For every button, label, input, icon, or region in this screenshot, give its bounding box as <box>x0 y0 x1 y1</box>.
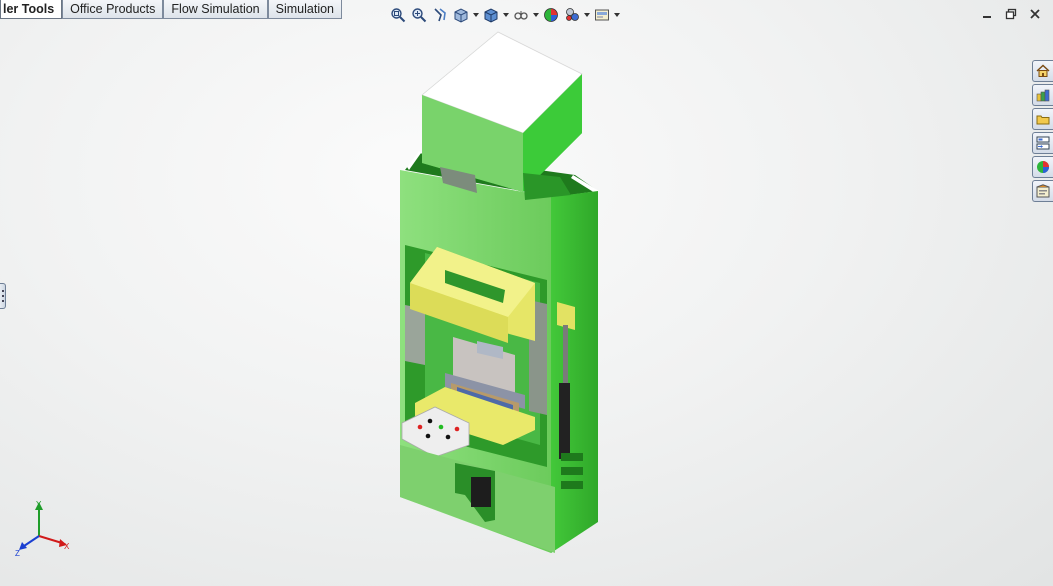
restore-icon[interactable] <box>1003 6 1019 22</box>
axis-y-label: Y <box>36 500 42 509</box>
axis-z-label: Z <box>15 549 20 558</box>
heads-up-view-toolbar <box>388 5 620 25</box>
view-settings-icon[interactable] <box>592 6 611 24</box>
hide-show-items-icon[interactable] <box>511 6 530 24</box>
edit-appearance-icon[interactable] <box>541 6 560 24</box>
minimize-icon[interactable] <box>979 6 995 22</box>
tab-office-products[interactable]: Office Products <box>62 0 164 19</box>
section-view-dropdown[interactable] <box>472 6 479 24</box>
zoom-to-fit-icon[interactable] <box>388 6 407 24</box>
document-window-controls <box>979 6 1043 22</box>
home-icon[interactable] <box>1032 60 1053 82</box>
view-orientation-dropdown[interactable] <box>502 6 509 24</box>
feature-manager-collapse-handle[interactable] <box>0 283 6 309</box>
view-orientation-icon[interactable] <box>481 6 500 24</box>
zoom-to-area-icon[interactable] <box>409 6 428 24</box>
section-view-icon[interactable] <box>451 6 470 24</box>
axis-triad: Y X Z <box>15 500 70 558</box>
tab-flow-simulation[interactable]: Flow Simulation <box>163 0 268 19</box>
folder-icon[interactable] <box>1032 108 1053 130</box>
appearances-icon[interactable] <box>1032 156 1053 178</box>
previous-view-icon[interactable] <box>430 6 449 24</box>
axis-x-label: X <box>64 542 70 551</box>
design-library-icon[interactable] <box>1032 84 1053 106</box>
view-palette-icon[interactable] <box>1032 132 1053 154</box>
custom-properties-icon[interactable] <box>1032 180 1053 202</box>
apply-scene-icon[interactable] <box>562 6 581 24</box>
apply-scene-dropdown[interactable] <box>583 6 590 24</box>
task-pane-tabs <box>1032 60 1053 202</box>
view-settings-dropdown[interactable] <box>613 6 620 24</box>
hide-show-dropdown[interactable] <box>532 6 539 24</box>
close-icon[interactable] <box>1027 6 1043 22</box>
hydraulic-press-model[interactable] <box>385 25 610 560</box>
tab-simulation[interactable]: Simulation <box>267 0 343 19</box>
tab-modeler-tools[interactable]: ler Tools <box>0 0 63 19</box>
command-manager-tabs: ler Tools Office Products Flow Simulatio… <box>0 0 343 19</box>
